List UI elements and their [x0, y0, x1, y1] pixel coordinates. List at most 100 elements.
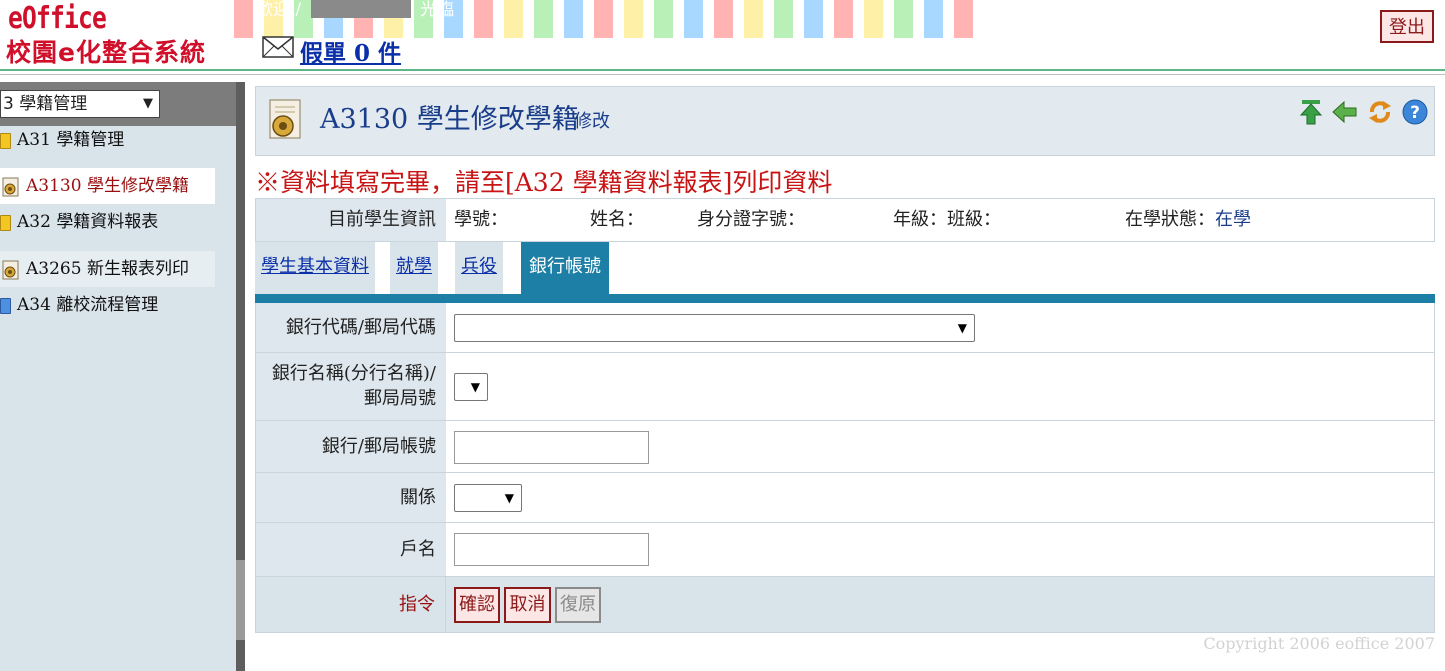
tab-bank-account[interactable]: 銀行帳號	[521, 242, 609, 294]
status-field: 在學狀態：在學	[1125, 199, 1251, 241]
sidebar-item-label: A34 離校流程管理	[17, 295, 159, 315]
header-divider	[0, 69, 1445, 71]
gear-doc-icon	[2, 260, 19, 279]
top-icon[interactable]	[1299, 99, 1323, 129]
form-row-account: 銀行/郵局帳號	[256, 421, 1434, 473]
logo-bottom-text: 校園e化整合系統	[6, 38, 206, 67]
sidebar-item-a3130[interactable]: A3130 學生修改學籍	[0, 168, 215, 204]
header-stripe	[624, 0, 643, 38]
sidebar-item-label: A3265 新生報表列印	[26, 259, 189, 279]
sidebar-item-a32[interactable]: A32 學籍資料報表	[0, 204, 236, 240]
welcome-prefix: 歡迎	[256, 0, 290, 20]
logout-button[interactable]: 登出	[1380, 10, 1434, 43]
header-stripe	[474, 0, 493, 38]
header-stripe	[684, 0, 703, 38]
sidebar-item-a34[interactable]: A34 離校流程管理	[0, 287, 236, 323]
notice-text: ※資料填寫完畢，請至[A32 學籍資料報表]列印資料	[255, 168, 833, 197]
module-select-value: 3 學籍管理	[3, 94, 88, 114]
header-stripe	[834, 0, 853, 38]
header-stripe	[234, 0, 253, 38]
folder-icon	[0, 132, 11, 149]
form-row-bank-name: 銀行名稱(分行名稱)/ 郵局局號 ▼	[256, 353, 1434, 421]
tab-underline	[255, 294, 1435, 303]
header-stripe	[774, 0, 793, 38]
refresh-icon[interactable]	[1367, 99, 1393, 129]
header-stripe	[534, 0, 553, 38]
header-stripe	[924, 0, 943, 38]
folder-icon	[0, 214, 11, 231]
form-row-holder: 戶名	[256, 523, 1434, 577]
relation-select[interactable]: ▼	[454, 484, 522, 512]
redacted-username	[310, 0, 411, 18]
cancel-button[interactable]: 取消	[504, 587, 551, 623]
chevron-down-icon: ▼	[470, 380, 480, 394]
bank-name-select[interactable]: ▼	[454, 373, 488, 401]
form-row-bank-code: 銀行代碼/郵局代碼 ▼	[256, 303, 1434, 353]
sidebar-scroll-thumb[interactable]	[236, 560, 245, 640]
sidebar-item-label: A3130 學生修改學籍	[26, 176, 189, 196]
header-stripe	[864, 0, 883, 38]
command-row: 指令 確認 取消 復原	[256, 577, 1434, 633]
leave-count-link[interactable]: 假單 0 件	[300, 40, 401, 68]
relation-label: 關係	[256, 473, 446, 522]
mail-icon[interactable]	[262, 36, 294, 58]
bank-code-select[interactable]: ▼	[454, 314, 975, 342]
tab-military[interactable]: 兵役	[455, 242, 503, 294]
sidebar-item-label: A32 學籍資料報表	[17, 212, 159, 232]
header-stripe	[804, 0, 823, 38]
tab-schooling[interactable]: 就學	[390, 242, 438, 294]
sidebar-item-a3265[interactable]: A3265 新生報表列印	[0, 251, 215, 287]
grade-class-label: 年級：班級：	[893, 209, 1001, 230]
back-icon[interactable]	[1332, 100, 1358, 128]
account-label: 銀行/郵局帳號	[256, 421, 446, 472]
folder-icon	[0, 297, 11, 314]
toolbar: ?	[1295, 99, 1428, 129]
student-info-row: 目前學生資訊 學號： 姓名： 身分證字號： 年級：班級： 在學狀態：在學	[255, 198, 1435, 242]
chevron-down-icon: ▼	[957, 321, 967, 335]
svg-text:?: ?	[1410, 103, 1420, 123]
header-stripe	[714, 0, 733, 38]
student-id-label: 身分證字號：	[697, 209, 805, 230]
student-no-label: 學號：	[454, 209, 508, 230]
header-stripe	[504, 0, 523, 38]
bank-name-label-line2: 郵局局號	[364, 388, 436, 409]
header-stripe	[894, 0, 913, 38]
command-label: 指令	[256, 577, 446, 633]
copyright-text: Copyright 2006 eoffice 2007	[1203, 634, 1435, 653]
sidebar: 3 學籍管理 ▼ A31 學籍管理 A3130 學生修改學籍 A32 學籍資料報…	[0, 82, 245, 671]
header-stripe	[654, 0, 673, 38]
header-stripe	[564, 0, 583, 38]
chevron-down-icon: ▼	[504, 491, 514, 505]
header-stripe	[594, 0, 613, 38]
confirm-button[interactable]: 確認	[454, 587, 500, 623]
bank-name-label-line1: 銀行名稱(分行名稱)/	[271, 363, 436, 384]
holder-label: 戶名	[256, 523, 446, 576]
sidebar-item-label: A31 學籍管理	[17, 130, 125, 150]
status-label: 在學狀態：	[1125, 209, 1215, 230]
account-input[interactable]	[454, 431, 649, 464]
bank-form: 銀行代碼/郵局代碼 ▼ 銀行名稱(分行名稱)/ 郵局局號 ▼ 銀行/郵局帳號 關…	[255, 303, 1435, 633]
tab-basic-info[interactable]: 學生基本資料	[255, 242, 375, 294]
gear-doc-icon	[269, 99, 301, 139]
bank-code-label: 銀行代碼/郵局代碼	[256, 303, 446, 352]
header-stripe	[744, 0, 763, 38]
bank-name-label: 銀行名稱(分行名稱)/ 郵局局號	[256, 353, 446, 420]
gear-doc-icon	[2, 177, 19, 196]
form-row-relation: 關係 ▼	[256, 473, 1434, 523]
status-value: 在學	[1215, 209, 1251, 230]
title-bar: A3130 學生修改學籍 修改 ?	[255, 86, 1435, 156]
tab-bar: 學生基本資料 就學 兵役 銀行帳號	[255, 242, 1435, 294]
help-icon[interactable]: ?	[1402, 99, 1428, 129]
student-info-label: 目前學生資訊	[256, 199, 446, 241]
logo-top-text: eOffice	[8, 1, 107, 36]
restore-button[interactable]: 復原	[555, 587, 601, 623]
welcome-sep: /	[295, 0, 302, 20]
top-header: eOffice 校園e化整合系統 歡迎 / 光臨 假單 0 件 登出	[0, 0, 1445, 80]
welcome-suffix: 光臨	[419, 0, 454, 20]
sidebar-item-a31[interactable]: A31 學籍管理	[0, 122, 236, 158]
header-divider-thin	[0, 74, 1445, 75]
page-mode: 修改	[574, 111, 610, 132]
module-select[interactable]: 3 學籍管理 ▼	[0, 90, 160, 118]
holder-input[interactable]	[454, 533, 649, 566]
welcome-text: 歡迎 / 光臨	[256, 0, 454, 20]
